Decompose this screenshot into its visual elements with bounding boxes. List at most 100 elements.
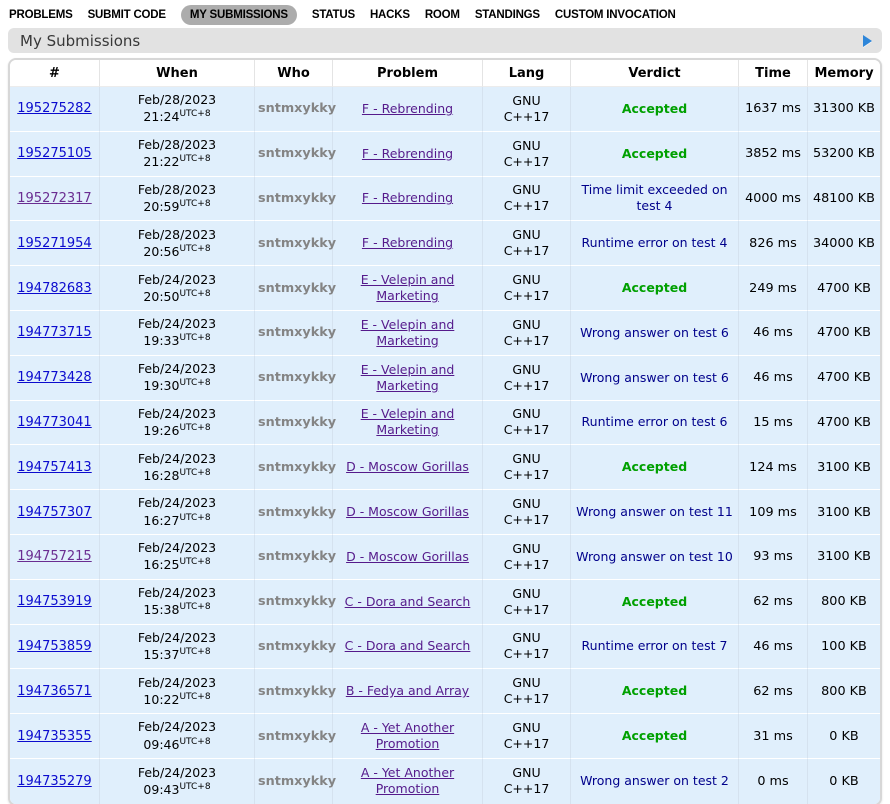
submission-id-link[interactable]: 194757413 (17, 460, 91, 475)
user-link[interactable]: sntmxykky (258, 146, 336, 161)
problem-link[interactable]: E - Velepin and Marketing (361, 362, 455, 393)
verdict-text[interactable]: Accepted (622, 594, 687, 609)
submission-id-link[interactable]: 195271954 (17, 236, 91, 251)
submission-id-link[interactable]: 194735355 (17, 729, 91, 744)
user-link[interactable]: sntmxykky (258, 415, 336, 430)
submission-id-link[interactable]: 194757307 (17, 505, 91, 520)
memory-cell: 53200 KB (808, 132, 880, 177)
submission-time: 15:38 (143, 602, 179, 617)
table-row: 194773428 Feb/24/2023 19:30UTC+8 sntmxyk… (10, 356, 880, 401)
lang-name: GNU (486, 630, 567, 646)
lang-name: GNU (486, 406, 567, 422)
user-link[interactable]: sntmxykky (258, 370, 336, 385)
problem-link[interactable]: D - Moscow Gorillas (346, 549, 469, 564)
verdict-text[interactable]: Accepted (622, 101, 687, 116)
verdict-text[interactable]: Runtime error on test 7 (582, 638, 728, 653)
verdict-text[interactable]: Time limit exceeded on test 4 (581, 182, 727, 213)
user-link[interactable]: sntmxykky (258, 774, 336, 789)
verdict-text[interactable]: Wrong answer on test 11 (576, 504, 733, 519)
user-link[interactable]: sntmxykky (258, 236, 336, 251)
submission-id-link[interactable]: 194757215 (17, 549, 91, 564)
nav-item[interactable]: PROBLEMS (9, 9, 73, 21)
verdict-text[interactable]: Accepted (622, 280, 687, 295)
table-row: 194753859 Feb/24/2023 15:37UTC+8 sntmxyk… (10, 625, 880, 670)
submission-id-link[interactable]: 195275282 (17, 101, 91, 116)
problem-link[interactable]: D - Moscow Gorillas (346, 504, 469, 519)
table-row: 195275282 Feb/28/2023 21:24UTC+8 sntmxyk… (10, 87, 880, 132)
verdict-text[interactable]: Wrong answer on test 6 (580, 325, 729, 340)
submission-id-link[interactable]: 194773041 (17, 415, 91, 430)
lang-version: C++17 (486, 422, 567, 438)
verdict-text[interactable]: Accepted (622, 728, 687, 743)
submission-id-link[interactable]: 194773715 (17, 325, 91, 340)
memory-cell: 800 KB (808, 669, 880, 714)
user-link[interactable]: sntmxykky (258, 281, 336, 296)
nav-item[interactable]: ROOM (425, 9, 460, 21)
problem-link[interactable]: F - Rebrending (362, 190, 453, 205)
user-link[interactable]: sntmxykky (258, 191, 336, 206)
table-row: 195275105 Feb/28/2023 21:22UTC+8 sntmxyk… (10, 132, 880, 177)
verdict-text[interactable]: Wrong answer on test 6 (580, 370, 729, 385)
problem-link[interactable]: C - Dora and Search (345, 594, 471, 609)
time-cell: 0 ms (739, 759, 808, 804)
submission-id-link[interactable]: 195272317 (17, 191, 91, 206)
problem-link[interactable]: C - Dora and Search (345, 638, 471, 653)
submission-id-link[interactable]: 195275105 (17, 146, 91, 161)
user-link[interactable]: sntmxykky (258, 639, 336, 654)
nav-item[interactable]: STATUS (312, 9, 355, 21)
user-link[interactable]: sntmxykky (258, 505, 336, 520)
problem-link[interactable]: F - Rebrending (362, 235, 453, 250)
verdict-text[interactable]: Accepted (622, 146, 687, 161)
memory-cell: 0 KB (808, 714, 880, 759)
verdict-text[interactable]: Wrong answer on test 10 (576, 549, 733, 564)
problem-link[interactable]: D - Moscow Gorillas (346, 459, 469, 474)
problem-link[interactable]: F - Rebrending (362, 146, 453, 161)
problem-link[interactable]: E - Velepin and Marketing (361, 406, 455, 437)
lang-cell: GNU C++17 (483, 266, 571, 311)
submission-time: 09:43 (143, 782, 179, 797)
timezone-label: UTC+8 (179, 512, 210, 522)
nav-item[interactable]: STANDINGS (475, 9, 540, 21)
submission-id-link[interactable]: 194753919 (17, 594, 91, 609)
user-link[interactable]: sntmxykky (258, 594, 336, 609)
nav-item[interactable]: MY SUBMISSIONS (181, 5, 297, 25)
nav-item[interactable]: SUBMIT CODE (88, 9, 166, 21)
time-cell: 46 ms (739, 625, 808, 670)
memory-cell: 0 KB (808, 759, 880, 804)
problem-link[interactable]: F - Rebrending (362, 101, 453, 116)
verdict-text[interactable]: Wrong answer on test 2 (580, 773, 729, 788)
user-link[interactable]: sntmxykky (258, 684, 336, 699)
nav-item[interactable]: CUSTOM INVOCATION (555, 9, 676, 21)
user-link[interactable]: sntmxykky (258, 729, 336, 744)
lang-name: GNU (486, 317, 567, 333)
verdict-text[interactable]: Accepted (622, 683, 687, 698)
submission-id-link[interactable]: 194753859 (17, 639, 91, 654)
lang-name: GNU (486, 765, 567, 781)
problem-link[interactable]: B - Fedya and Array (346, 683, 469, 698)
submission-id-link[interactable]: 194782683 (17, 281, 91, 296)
collapse-arrow-icon[interactable] (863, 35, 872, 47)
user-link[interactable]: sntmxykky (258, 101, 336, 116)
memory-cell: 100 KB (808, 625, 880, 670)
submission-time: 16:25 (143, 557, 179, 572)
submission-id-link[interactable]: 194773428 (17, 370, 91, 385)
verdict-text[interactable]: Accepted (622, 459, 687, 474)
verdict-text[interactable]: Runtime error on test 6 (582, 414, 728, 429)
submission-time: 19:33 (143, 333, 179, 348)
submission-id-link[interactable]: 194736571 (17, 684, 91, 699)
user-link[interactable]: sntmxykky (258, 549, 336, 564)
problem-link[interactable]: A - Yet Another Promotion (361, 765, 454, 796)
user-link[interactable]: sntmxykky (258, 325, 336, 340)
submission-date: Feb/24/2023 (103, 675, 251, 690)
problem-link[interactable]: A - Yet Another Promotion (361, 720, 454, 751)
nav-item[interactable]: HACKS (370, 9, 410, 21)
lang-cell: GNU C++17 (483, 759, 571, 804)
column-header: Lang (483, 60, 571, 87)
problem-link[interactable]: E - Velepin and Marketing (361, 272, 455, 303)
submission-date: Feb/28/2023 (103, 227, 251, 242)
verdict-text[interactable]: Runtime error on test 4 (582, 235, 728, 250)
user-link[interactable]: sntmxykky (258, 460, 336, 475)
problem-link[interactable]: E - Velepin and Marketing (361, 317, 455, 348)
submission-id-link[interactable]: 194735279 (17, 774, 91, 789)
timezone-label: UTC+8 (179, 782, 210, 792)
